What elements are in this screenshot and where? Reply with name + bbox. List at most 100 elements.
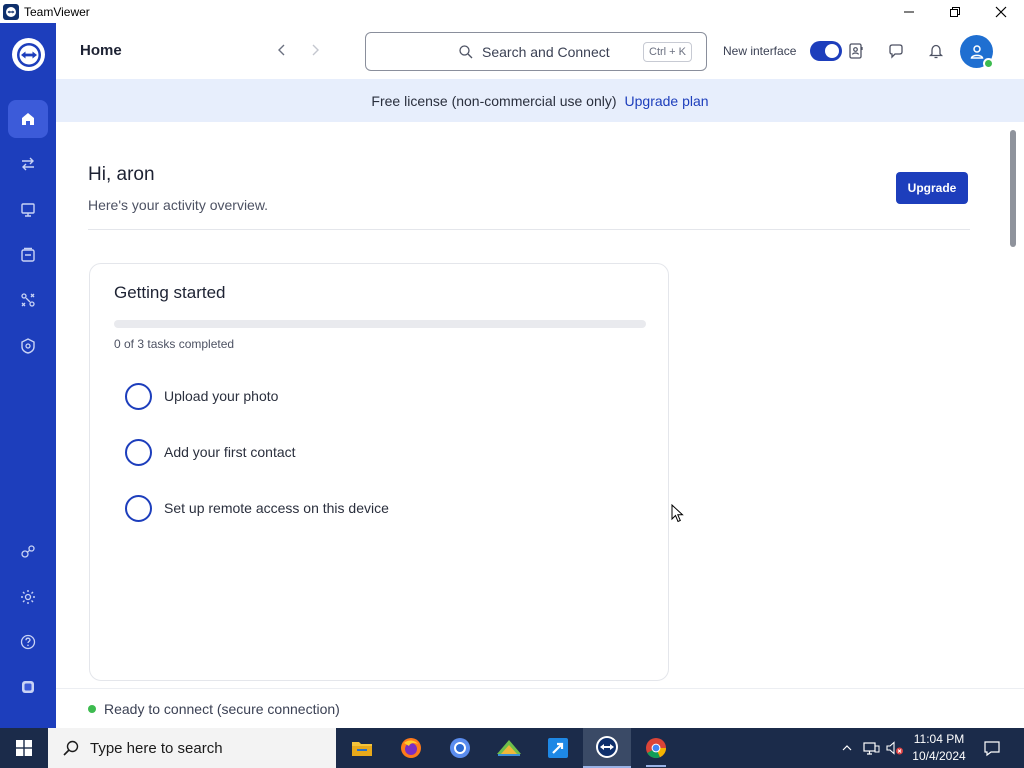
- devices-icon: [21, 203, 35, 217]
- sidebar-item-contacts[interactable]: [8, 236, 48, 274]
- tray-volume[interactable]: [884, 728, 906, 768]
- user-icon: [970, 44, 983, 59]
- sidebar-item-workflow[interactable]: [8, 281, 48, 319]
- search-icon: [63, 740, 79, 756]
- tasks-progress-text: 0 of 3 tasks completed: [114, 337, 235, 351]
- search-shortcut-hint: Ctrl + K: [643, 42, 692, 62]
- back-button[interactable]: [272, 40, 292, 60]
- search-icon: [459, 45, 473, 59]
- windows-logo-icon: [16, 740, 32, 756]
- user-avatar[interactable]: [960, 35, 994, 69]
- edge-chromium-icon: [450, 738, 470, 758]
- task-checkbox-circle[interactable]: [125, 438, 152, 466]
- task-label: Add your first contact: [164, 444, 296, 460]
- collapse-panel-icon: [22, 681, 34, 693]
- home-content: Hi, aron Here's your activity overview. …: [56, 122, 1004, 688]
- clock-date: 10/4/2024: [912, 749, 966, 763]
- windows-taskbar: Type here to search 11:04 PM 10/4/2024: [0, 728, 1024, 768]
- getting-started-title: Getting started: [114, 283, 226, 302]
- firefox-icon: [401, 738, 421, 758]
- upgrade-button[interactable]: Upgrade: [896, 172, 968, 204]
- search-input-placeholder[interactable]: Search and Connect: [482, 44, 622, 60]
- task-label: Set up remote access on this device: [164, 500, 389, 516]
- notification-center-icon: [984, 741, 1000, 757]
- chat-button[interactable]: [886, 41, 906, 61]
- scrollbar-thumb[interactable]: [1010, 130, 1016, 247]
- taskbar-search-placeholder: Type here to search: [90, 739, 223, 757]
- connection-status-bar: Ready to connect (secure connection): [56, 688, 1024, 728]
- sidebar-item-collapse[interactable]: [8, 668, 48, 706]
- taskbar-sketch-app[interactable]: [485, 728, 533, 768]
- taskbar-clock[interactable]: 11:04 PM 10/4/2024: [908, 731, 970, 765]
- close-button[interactable]: [978, 0, 1024, 23]
- network-icon: [863, 742, 880, 755]
- greeting-heading: Hi, aron: [88, 164, 155, 185]
- minimize-button[interactable]: [886, 0, 932, 23]
- task-add-first-contact[interactable]: Add your first contact: [125, 438, 625, 466]
- sidebar-item-community[interactable]: [8, 533, 48, 571]
- tray-network[interactable]: [860, 728, 882, 768]
- left-sidebar: [0, 23, 56, 728]
- sidebar-item-devices[interactable]: [8, 191, 48, 229]
- taskbar-teamviewer[interactable]: [583, 728, 631, 768]
- sketch-app-icon: [497, 740, 521, 756]
- license-text: Free license (non-commercial use only): [371, 92, 617, 109]
- getting-started-card: Getting started 0 of 3 tasks completed U…: [89, 263, 669, 681]
- main-panel: Home Search and Connect Ctrl + K New int…: [56, 23, 1024, 728]
- restore-button[interactable]: [932, 0, 978, 23]
- taskbar-file-explorer[interactable]: [338, 728, 386, 768]
- upgrade-plan-link[interactable]: Upgrade plan: [625, 93, 709, 109]
- sidebar-item-settings[interactable]: [8, 578, 48, 616]
- security-shield-icon: [21, 338, 35, 354]
- remote-arrow-app-icon: [548, 738, 568, 758]
- sidebar-item-help[interactable]: [8, 623, 48, 661]
- section-divider: [88, 229, 970, 230]
- sidebar-item-security[interactable]: [8, 327, 48, 365]
- sidebar-item-home[interactable]: [8, 100, 48, 138]
- search-and-connect-box[interactable]: Search and Connect Ctrl + K: [365, 32, 707, 71]
- contacts-list-icon: [21, 247, 35, 262]
- sidebar-item-remote-connect[interactable]: [8, 145, 48, 183]
- chevron-left-icon: [278, 44, 285, 56]
- settings-gear-icon: [21, 590, 35, 604]
- forward-button[interactable]: [305, 40, 325, 60]
- address-book-icon: [849, 43, 863, 59]
- task-checkbox-circle[interactable]: [125, 382, 152, 410]
- remote-connect-arrows-icon: [22, 157, 34, 171]
- teamviewer-logo-icon[interactable]: [12, 38, 45, 71]
- taskbar-chrome[interactable]: [632, 728, 680, 768]
- content-scrollbar[interactable]: [1004, 122, 1024, 688]
- task-setup-remote-access[interactable]: Set up remote access on this device: [125, 494, 625, 522]
- action-center-button[interactable]: [974, 728, 1010, 768]
- license-banner: Free license (non-commercial use only) U…: [56, 79, 1024, 122]
- teamviewer-icon: [596, 736, 618, 758]
- new-interface-label: New interface: [723, 44, 797, 58]
- window-titlebar: TeamViewer: [0, 0, 1024, 23]
- new-interface-toggle[interactable]: [810, 41, 842, 61]
- tasks-progress-bar: [114, 320, 646, 328]
- taskbar-browser[interactable]: [436, 728, 484, 768]
- volume-muted-icon: [886, 741, 903, 755]
- workflow-icon: [21, 293, 35, 307]
- task-upload-photo[interactable]: Upload your photo: [125, 382, 625, 410]
- task-label: Upload your photo: [164, 388, 279, 404]
- task-checkbox-circle[interactable]: [125, 494, 152, 522]
- clock-time: 11:04 PM: [913, 732, 965, 746]
- start-button[interactable]: [0, 728, 48, 768]
- taskbar-firefox[interactable]: [387, 728, 435, 768]
- tray-overflow-button[interactable]: [838, 728, 856, 768]
- notification-bell-icon: [928, 44, 944, 59]
- chevron-up-icon: [842, 745, 852, 751]
- address-book-button[interactable]: [846, 41, 866, 61]
- notifications-button[interactable]: [926, 41, 946, 61]
- close-icon: [995, 6, 1007, 17]
- chrome-icon: [646, 738, 667, 759]
- online-status-dot: [983, 58, 994, 69]
- taskbar-remote-app[interactable]: [534, 728, 582, 768]
- teamviewer-app-icon: [3, 3, 19, 20]
- mouse-cursor-icon: [671, 504, 684, 523]
- restore-icon: [950, 6, 960, 17]
- page-title: Home: [80, 42, 122, 59]
- home-icon: [22, 113, 34, 125]
- taskbar-search-box[interactable]: Type here to search: [48, 728, 336, 768]
